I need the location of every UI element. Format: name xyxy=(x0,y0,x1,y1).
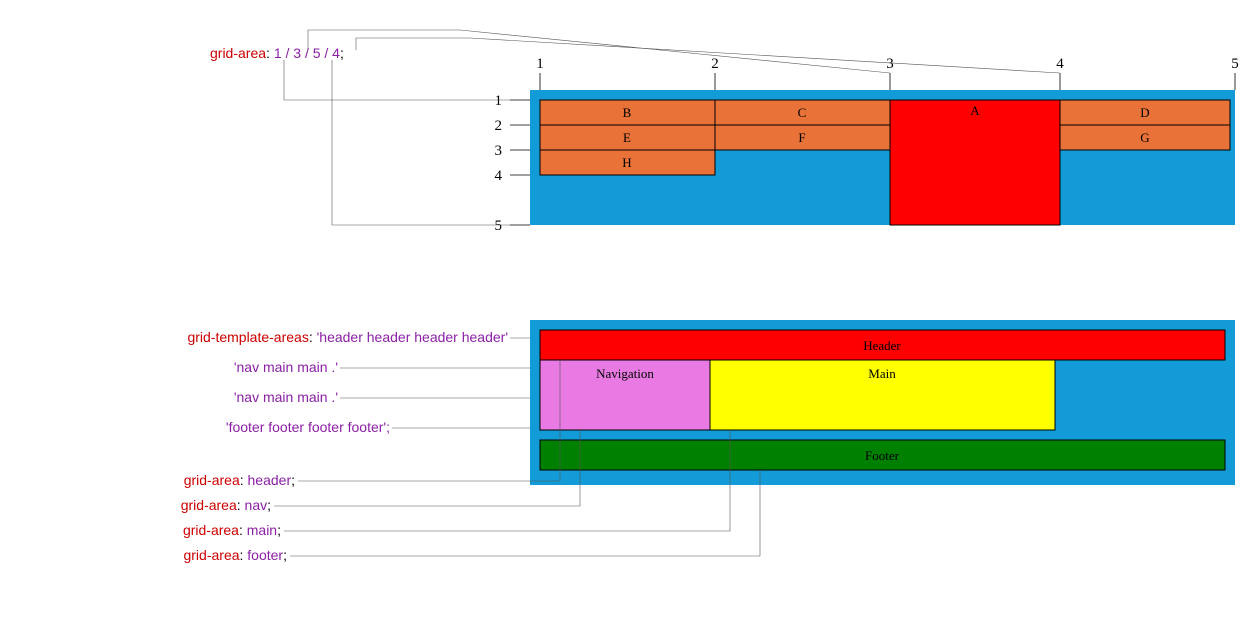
diagram1: A B C D E F G H 1 2 3 4 5 xyxy=(210,30,1239,234)
d2-nav-label: Navigation xyxy=(596,366,654,381)
d2-area-nav: grid-area: nav; xyxy=(181,497,271,513)
d1-col-1: 1 xyxy=(536,56,544,72)
d1-row-4: 4 xyxy=(495,168,503,184)
d1-cell-g-label: G xyxy=(1140,130,1149,145)
d1-row-3: 3 xyxy=(495,143,503,159)
diagram2: Header Navigation Main Footer grid-templ… xyxy=(181,320,1235,563)
d1-cell-a-label: A xyxy=(970,103,980,118)
d1-cell-f-label: F xyxy=(798,130,805,145)
d1-cell-c-label: C xyxy=(798,105,807,120)
d1-col-ticks xyxy=(540,73,1235,90)
d1-cell-b-label: B xyxy=(623,105,632,120)
d1-row-ticks xyxy=(510,100,530,225)
d1-cell-h-label: H xyxy=(622,155,631,170)
d2-area-header: grid-area: header; xyxy=(184,472,295,488)
d2-template-line-1: 'nav main main .' xyxy=(234,359,338,375)
d1-row-1: 1 xyxy=(495,93,503,109)
grid-diagram-svg: A B C D E F G H 1 2 3 4 5 xyxy=(40,20,1240,600)
d2-area-footer: grid-area: footer; xyxy=(183,547,287,563)
d1-row-5: 5 xyxy=(495,218,503,234)
d1-cell-e-label: E xyxy=(623,130,631,145)
d2-template-line-3: 'footer footer footer footer'; xyxy=(226,419,390,435)
d2-template-line-2: 'nav main main .' xyxy=(234,389,338,405)
d2-footer-label: Footer xyxy=(865,448,900,463)
d1-cell-a xyxy=(890,100,1060,225)
d2-template-line-0: grid-template-areas: 'header header head… xyxy=(187,329,508,345)
d2-area-main: grid-area: main; xyxy=(183,522,281,538)
d1-col-3: 3 xyxy=(886,56,894,72)
d1-col-4: 4 xyxy=(1056,56,1064,72)
d1-col-2: 2 xyxy=(711,56,719,72)
d1-cell-d-label: D xyxy=(1140,105,1149,120)
d2-main-label: Main xyxy=(868,366,896,381)
d2-header-label: Header xyxy=(863,338,901,353)
d1-col-5: 5 xyxy=(1231,56,1239,72)
d1-row-2: 2 xyxy=(495,118,503,134)
d1-code: grid-area: 1 / 3 / 5 / 4; xyxy=(210,45,344,61)
